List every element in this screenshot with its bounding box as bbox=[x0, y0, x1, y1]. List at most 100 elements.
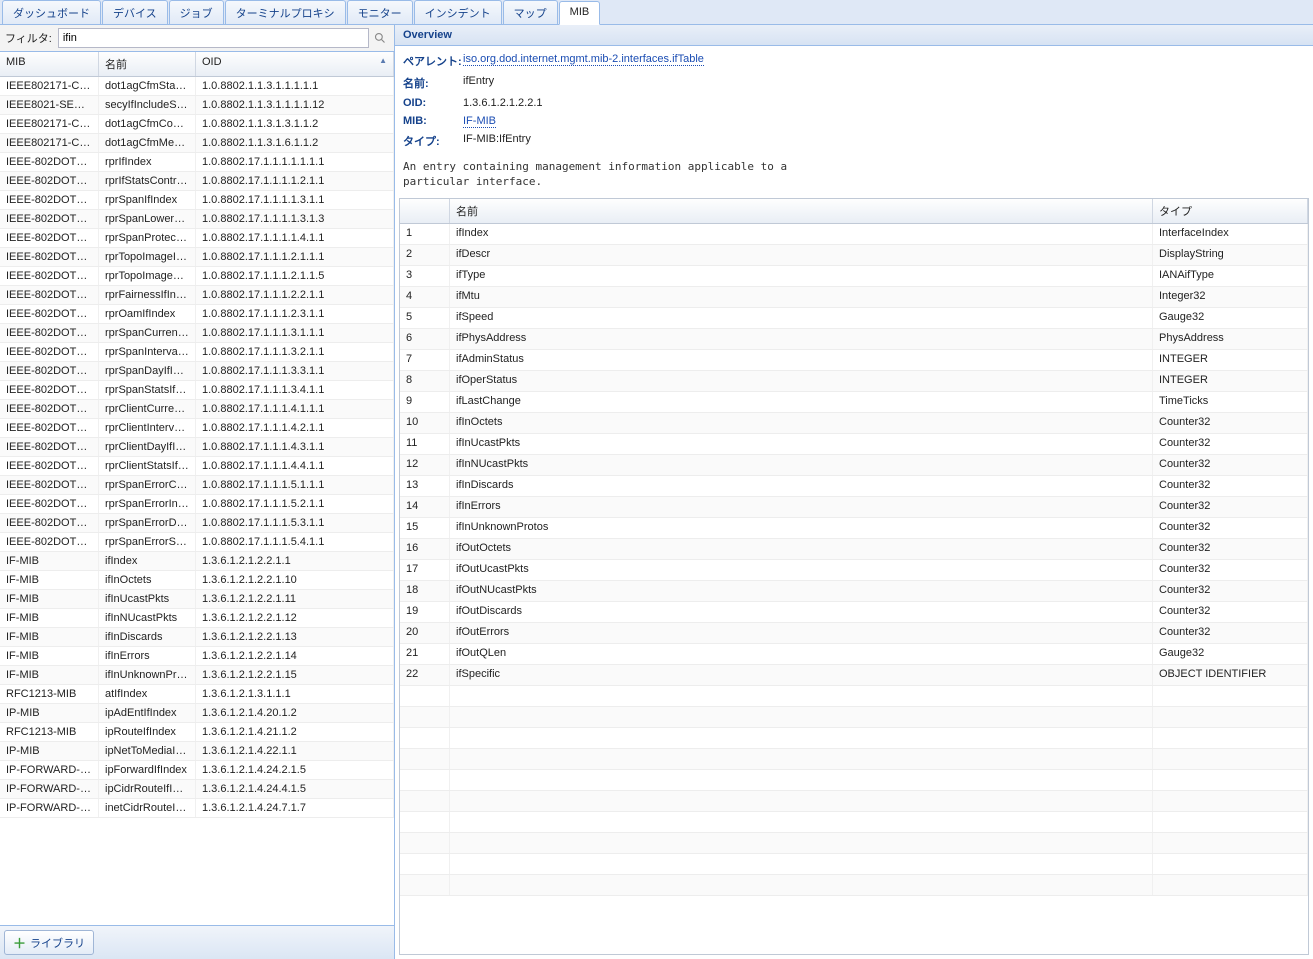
children-row[interactable]: 3ifTypeIANAifType bbox=[400, 266, 1308, 287]
children-col-num[interactable] bbox=[400, 199, 450, 223]
children-cell-name: ifOutQLen bbox=[450, 644, 1153, 664]
children-row[interactable]: 21ifOutQLenGauge32 bbox=[400, 644, 1308, 665]
mib-row[interactable]: IEEE-802DOT17-R...rprOamIfIndex1.0.8802.… bbox=[0, 305, 394, 324]
tab-1[interactable]: デバイス bbox=[102, 0, 168, 24]
children-row[interactable]: 9ifLastChangeTimeTicks bbox=[400, 392, 1308, 413]
mib-row[interactable]: IEEE-802DOT17-R...rprSpanLowerLay...1.0.… bbox=[0, 210, 394, 229]
children-row[interactable]: 13ifInDiscardsCounter32 bbox=[400, 476, 1308, 497]
children-row[interactable]: 1ifIndexInterfaceIndex bbox=[400, 224, 1308, 245]
children-row[interactable]: 17ifOutUcastPktsCounter32 bbox=[400, 560, 1308, 581]
tab-4[interactable]: モニター bbox=[347, 0, 413, 24]
tab-0[interactable]: ダッシュボード bbox=[2, 0, 101, 24]
children-row[interactable]: 11ifInUcastPktsCounter32 bbox=[400, 434, 1308, 455]
filter-input[interactable] bbox=[58, 28, 369, 48]
mib-row[interactable]: IEEE-802DOT17-R...rprIfStatsControlI...1… bbox=[0, 172, 394, 191]
children-cell-name: ifDescr bbox=[450, 245, 1153, 265]
mib-row[interactable]: RFC1213-MIBipRouteIfIndex1.3.6.1.2.1.4.2… bbox=[0, 723, 394, 742]
mib-cell-name: rprClientDayIfInd... bbox=[99, 438, 196, 456]
mib-cell-name: rprSpanCurrentIfI... bbox=[99, 324, 196, 342]
mib-row[interactable]: IEEE-802DOT17-R...rprIfIndex1.0.8802.17.… bbox=[0, 153, 394, 172]
mib-row[interactable]: IEEE-802DOT17-R...rprClientStatsIfIn...1… bbox=[0, 457, 394, 476]
mib-row[interactable]: IP-MIBipAdEntIfIndex1.3.6.1.2.1.4.20.1.2 bbox=[0, 704, 394, 723]
mib-row[interactable]: IEEE-802DOT17-R...rprSpanDayIfIndex1.0.8… bbox=[0, 362, 394, 381]
mib-row[interactable]: IEEE-802DOT17-R...rprClientIntervalI...1… bbox=[0, 419, 394, 438]
mib-row[interactable]: IEEE-802DOT17-R...rprTopoImageIfIn...1.0… bbox=[0, 248, 394, 267]
mib-cell-mib: IEEE-802DOT17-R... bbox=[0, 438, 99, 456]
mib-row[interactable]: IF-MIBifInDiscards1.3.6.1.2.1.2.2.1.13 bbox=[0, 628, 394, 647]
library-button[interactable]: ＋ ライブラリ bbox=[4, 930, 94, 955]
mib-link[interactable]: IF-MIB bbox=[463, 115, 496, 128]
mib-cell-mib: IEEE-802DOT17-R... bbox=[0, 381, 99, 399]
mib-row[interactable]: IEEE-802DOT17-R...rprClientDayIfInd...1.… bbox=[0, 438, 394, 457]
parent-link[interactable]: iso.org.dod.internet.mgmt.mib-2.interfac… bbox=[463, 53, 704, 66]
mib-row[interactable]: IF-MIBifInUnknownProt...1.3.6.1.2.1.2.2.… bbox=[0, 666, 394, 685]
mib-row[interactable]: IF-MIBifInNUcastPkts1.3.6.1.2.1.2.2.1.12 bbox=[0, 609, 394, 628]
children-row-empty bbox=[400, 707, 1308, 728]
tab-2[interactable]: ジョブ bbox=[169, 0, 224, 24]
mib-grid-body[interactable]: IEEE802171-CFM...dot1agCfmStackI...1.0.8… bbox=[0, 77, 394, 925]
children-row[interactable]: 18ifOutNUcastPktsCounter32 bbox=[400, 581, 1308, 602]
mib-label: MIB: bbox=[403, 115, 463, 127]
children-row[interactable]: 22ifSpecificOBJECT IDENTIFIER bbox=[400, 665, 1308, 686]
mib-row[interactable]: IP-FORWARD-MIBinetCidrRouteIfIn...1.3.6.… bbox=[0, 799, 394, 818]
children-grid-body[interactable]: 1ifIndexInterfaceIndex2ifDescrDisplayStr… bbox=[400, 224, 1308, 954]
search-icon[interactable] bbox=[371, 29, 389, 47]
tab-3[interactable]: ターミナルプロキシ bbox=[225, 0, 346, 24]
mib-row[interactable]: IEEE802171-CFM...dot1agCfmMepIf...1.0.88… bbox=[0, 134, 394, 153]
col-header-mib[interactable]: MIB bbox=[0, 52, 99, 76]
tab-6[interactable]: マップ bbox=[503, 0, 558, 24]
children-row[interactable]: 10ifInOctetsCounter32 bbox=[400, 413, 1308, 434]
mib-row[interactable]: IEEE-802DOT17-R...rprTopoImageSta...1.0.… bbox=[0, 267, 394, 286]
mib-row[interactable]: IEEE-802DOT17-R...rprSpanErrorCurr...1.0… bbox=[0, 476, 394, 495]
mib-row[interactable]: IEEE-802DOT17-R...rprSpanIntervalIfI...1… bbox=[0, 343, 394, 362]
mib-row[interactable]: IEEE-802DOT17-R...rprSpanStatsIfInd...1.… bbox=[0, 381, 394, 400]
mib-row[interactable]: IP-FORWARD-MIBipCidrRouteIfIndex1.3.6.1.… bbox=[0, 780, 394, 799]
mib-row[interactable]: IF-MIBifInOctets1.3.6.1.2.1.2.2.1.10 bbox=[0, 571, 394, 590]
children-row[interactable]: 4ifMtuInteger32 bbox=[400, 287, 1308, 308]
mib-row[interactable]: IF-MIBifIndex1.3.6.1.2.1.2.2.1.1 bbox=[0, 552, 394, 571]
mib-row[interactable]: IP-MIBipNetToMediaIfIn...1.3.6.1.2.1.4.2… bbox=[0, 742, 394, 761]
children-row[interactable]: 7ifAdminStatusINTEGER bbox=[400, 350, 1308, 371]
mib-cell-mib: IF-MIB bbox=[0, 571, 99, 589]
mib-row[interactable]: IF-MIBifInUcastPkts1.3.6.1.2.1.2.2.1.11 bbox=[0, 590, 394, 609]
col-header-oid[interactable]: OID bbox=[196, 52, 394, 76]
mib-cell-name: rprClientStatsIfIn... bbox=[99, 457, 196, 475]
children-row[interactable]: 6ifPhysAddressPhysAddress bbox=[400, 329, 1308, 350]
mib-row[interactable]: IEEE-802DOT17-R...rprSpanErrorDayI...1.0… bbox=[0, 514, 394, 533]
mib-row[interactable]: IEEE8021-SECY-...secyIfIncludeSCIE...1.0… bbox=[0, 96, 394, 115]
children-cell-num: 4 bbox=[400, 287, 450, 307]
children-row[interactable]: 12ifInNUcastPktsCounter32 bbox=[400, 455, 1308, 476]
tab-5[interactable]: インシデント bbox=[414, 0, 502, 24]
children-row[interactable]: 20ifOutErrorsCounter32 bbox=[400, 623, 1308, 644]
children-wrap: 名前 タイプ 1ifIndexInterfaceIndex2ifDescrDis… bbox=[395, 198, 1313, 959]
children-col-type[interactable]: タイプ bbox=[1153, 199, 1308, 223]
children-row[interactable]: 15ifInUnknownProtosCounter32 bbox=[400, 518, 1308, 539]
mib-row[interactable]: IEEE-802DOT17-R...rprSpanErrorInte...1.0… bbox=[0, 495, 394, 514]
children-col-name[interactable]: 名前 bbox=[450, 199, 1153, 223]
mib-row[interactable]: IF-MIBifInErrors1.3.6.1.2.1.2.2.1.14 bbox=[0, 647, 394, 666]
tab-7[interactable]: MIB bbox=[559, 1, 601, 25]
mib-cell-name: dot1agCfmConfI... bbox=[99, 115, 196, 133]
mib-row[interactable]: IEEE-802DOT17-R...rprSpanCurrentIfI...1.… bbox=[0, 324, 394, 343]
children-row[interactable]: 19ifOutDiscardsCounter32 bbox=[400, 602, 1308, 623]
children-cell-type: OBJECT IDENTIFIER bbox=[1153, 665, 1308, 685]
children-cell-type: INTEGER bbox=[1153, 371, 1308, 391]
children-row[interactable]: 2ifDescrDisplayString bbox=[400, 245, 1308, 266]
col-header-name[interactable]: 名前 bbox=[99, 52, 196, 76]
mib-row[interactable]: IEEE-802DOT17-R...rprSpanIfIndex1.0.8802… bbox=[0, 191, 394, 210]
mib-row[interactable]: IEEE-802DOT17-R...rprSpanProtectio...1.0… bbox=[0, 229, 394, 248]
children-row[interactable]: 8ifOperStatusINTEGER bbox=[400, 371, 1308, 392]
children-row[interactable]: 5ifSpeedGauge32 bbox=[400, 308, 1308, 329]
mib-row[interactable]: IEEE-802DOT17-R...rprSpanErrorStat...1.0… bbox=[0, 533, 394, 552]
mib-row[interactable]: IP-FORWARD-MIBipForwardIfIndex1.3.6.1.2.… bbox=[0, 761, 394, 780]
children-cell-name: ifOutDiscards bbox=[450, 602, 1153, 622]
mib-row[interactable]: IEEE802171-CFM...dot1agCfmConfI...1.0.88… bbox=[0, 115, 394, 134]
mib-cell-oid: 1.3.6.1.2.1.2.2.1.10 bbox=[196, 571, 394, 589]
children-row[interactable]: 14ifInErrorsCounter32 bbox=[400, 497, 1308, 518]
children-row[interactable]: 16ifOutOctetsCounter32 bbox=[400, 539, 1308, 560]
mib-row[interactable]: IEEE802171-CFM...dot1agCfmStackI...1.0.8… bbox=[0, 77, 394, 96]
mib-row[interactable]: RFC1213-MIBatIfIndex1.3.6.1.2.1.3.1.1.1 bbox=[0, 685, 394, 704]
mib-row[interactable]: IEEE-802DOT17-R...rprFairnessIfIndex1.0.… bbox=[0, 286, 394, 305]
mib-panel-footer: ＋ ライブラリ bbox=[0, 925, 394, 959]
mib-row[interactable]: IEEE-802DOT17-R...rprClientCurrentI...1.… bbox=[0, 400, 394, 419]
